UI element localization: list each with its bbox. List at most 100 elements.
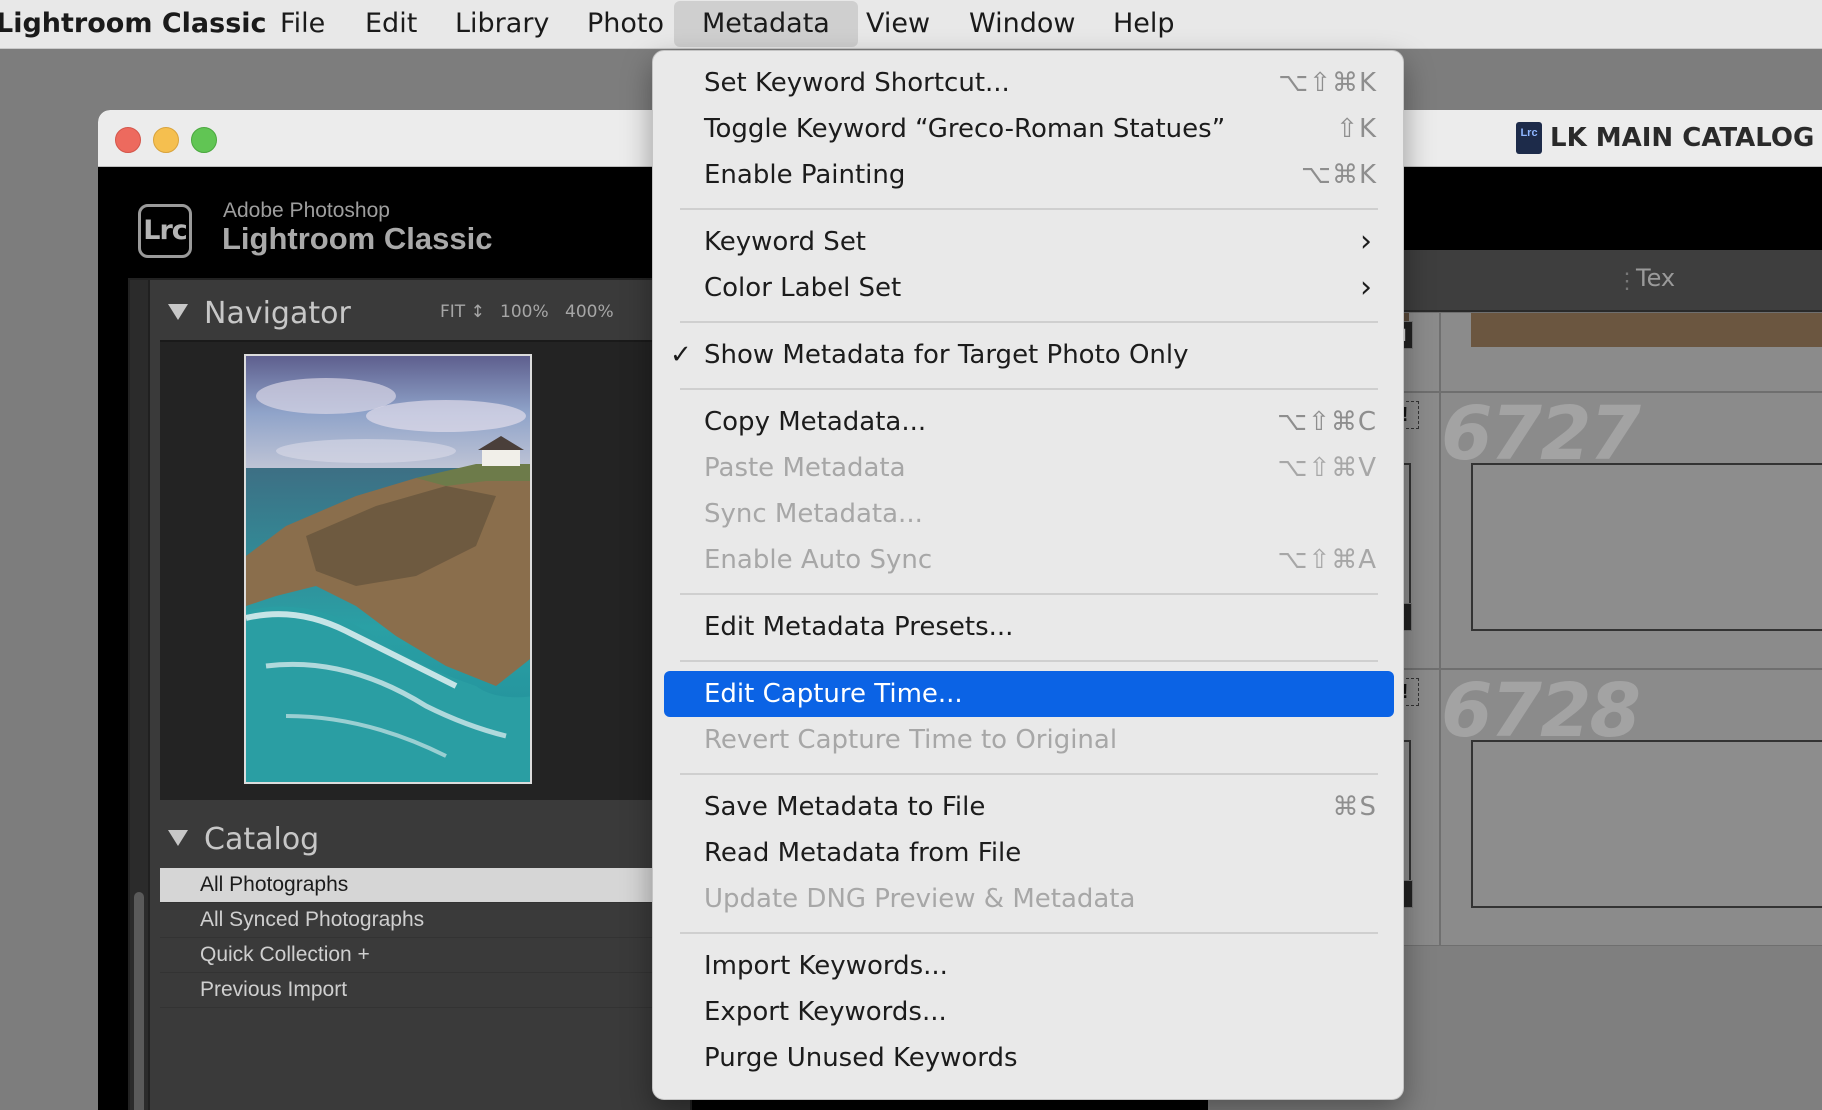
navigator-fit-option[interactable]: FIT ↕ — [440, 302, 485, 322]
menu-file[interactable]: File — [280, 0, 325, 48]
menu-item-import-keywords[interactable]: Import Keywords... — [664, 943, 1394, 989]
menu-item-shortcut: ⌥⇧⌘C — [1277, 407, 1377, 437]
menu-item-edit-metadata-presets[interactable]: Edit Metadata Presets... — [664, 604, 1394, 650]
metadata-dropdown-menu: Set Keyword Shortcut... ⌥⇧⌘K Toggle Keyw… — [652, 50, 1404, 1100]
menu-item-label: Enable Painting — [704, 160, 906, 190]
grid-thumbnail[interactable] — [1471, 313, 1822, 347]
menu-item-shortcut: ⌥⌘K — [1300, 160, 1377, 190]
menu-item-shortcut: ⌥⇧⌘V — [1277, 453, 1377, 483]
menu-item-copy-metadata[interactable]: Copy Metadata... ⌥⇧⌘C — [664, 399, 1394, 445]
window-title: LK MAIN CATALOG v1 — [1550, 123, 1822, 153]
menu-separator — [680, 388, 1378, 390]
menu-separator — [680, 208, 1378, 210]
menu-item-label: Set Keyword Shortcut... — [704, 68, 1010, 98]
panel-scrollbar[interactable] — [134, 892, 144, 1110]
menu-item-edit-capture-time[interactable]: Edit Capture Time... — [664, 671, 1394, 717]
grid-cell[interactable] — [1440, 312, 1822, 392]
navigator-preview-image[interactable] — [244, 354, 532, 784]
grid-thumbnail[interactable] — [1471, 740, 1822, 908]
panel-scroll-strip — [130, 280, 150, 1110]
grid-thumbnail[interactable] — [1471, 463, 1822, 631]
menubar-app-name[interactable]: Lightroom Classic — [0, 0, 267, 48]
menu-help[interactable]: Help — [1113, 0, 1175, 48]
catalog-row-label: All Synced Photographs — [200, 908, 425, 931]
menu-library[interactable]: Library — [455, 0, 549, 48]
close-window-button[interactable] — [115, 127, 141, 153]
menu-item-color-label-set[interactable]: Color Label Set › — [664, 265, 1394, 311]
menu-item-label: Show Metadata for Target Photo Only — [704, 340, 1189, 370]
lrc-logo-icon: Lrc — [138, 204, 192, 258]
menu-item-save-metadata[interactable]: Save Metadata to File ⌘S — [664, 784, 1394, 830]
menu-item-label: Edit Capture Time... — [704, 679, 963, 709]
menu-item-label: Read Metadata from File — [704, 838, 1022, 868]
menu-item-label: Save Metadata to File — [704, 792, 986, 822]
menu-item-toggle-keyword[interactable]: Toggle Keyword “Greco-Roman Statues” ⇧K — [664, 106, 1394, 152]
collapse-triangle-icon[interactable] — [168, 303, 188, 320]
menu-separator — [680, 773, 1378, 775]
catalog-row-quick-collection[interactable]: Quick Collection + — [160, 938, 700, 973]
identity-plate-line1: Adobe Photoshop — [223, 199, 390, 222]
checkmark-icon: ✓ — [670, 340, 692, 370]
menu-item-label: Revert Capture Time to Original — [704, 725, 1118, 755]
menu-item-paste-metadata[interactable]: Paste Metadata ⌥⇧⌘V — [664, 445, 1394, 491]
menu-item-label: Enable Auto Sync — [704, 545, 933, 575]
catalog-row-label: Quick Collection + — [200, 943, 370, 966]
menu-item-enable-auto-sync[interactable]: Enable Auto Sync ⌥⇧⌘A — [664, 537, 1394, 583]
catalog-file-icon: Lrc — [1516, 122, 1542, 154]
text-filter-tab[interactable]: Tex — [1636, 264, 1675, 292]
menu-item-label: Sync Metadata... — [704, 499, 923, 529]
grid-cell[interactable]: 6728 — [1440, 668, 1822, 946]
menu-item-label: Edit Metadata Presets... — [704, 612, 1014, 642]
left-panel: Navigator FIT ↕ 100% 400% Catalog All Ph… — [128, 278, 700, 1110]
menu-item-keyword-set[interactable]: Keyword Set › — [664, 219, 1394, 265]
menu-window[interactable]: Window — [969, 0, 1075, 48]
menu-separator — [680, 660, 1378, 662]
menu-edit[interactable]: Edit — [365, 0, 417, 48]
zoom-window-button[interactable] — [191, 127, 217, 153]
menu-item-revert-capture-time[interactable]: Revert Capture Time to Original — [664, 717, 1394, 763]
menu-item-read-metadata[interactable]: Read Metadata from File — [664, 830, 1394, 876]
navigator-100-option[interactable]: 100% — [500, 302, 549, 322]
menu-item-update-dng-preview[interactable]: Update DNG Preview & Metadata — [664, 876, 1394, 922]
collapse-triangle-icon[interactable] — [168, 829, 188, 846]
menu-item-shortcut: ⌥⇧⌘A — [1277, 545, 1377, 575]
menubar: Lightroom Classic File Edit Library Phot… — [0, 0, 1822, 49]
catalog-title: Catalog — [204, 822, 320, 857]
submenu-chevron-icon: › — [1360, 224, 1372, 259]
menu-item-set-keyword-shortcut[interactable]: Set Keyword Shortcut... ⌥⇧⌘K — [664, 60, 1394, 106]
filter-divider: ⋮ — [1616, 268, 1638, 293]
menu-metadata[interactable]: Metadata — [674, 1, 858, 47]
menu-item-label: Export Keywords... — [704, 997, 947, 1027]
menu-item-shortcut: ⇧K — [1336, 114, 1377, 144]
navigator-preview-area — [160, 340, 700, 800]
catalog-row-previous-import[interactable]: Previous Import — [160, 973, 700, 1008]
navigator-header[interactable]: Navigator — [168, 294, 351, 334]
catalog-header[interactable]: Catalog — [168, 820, 319, 860]
menu-view[interactable]: View — [866, 0, 930, 48]
menu-item-enable-painting[interactable]: Enable Painting ⌥⌘K — [664, 152, 1394, 198]
menu-item-label: Import Keywords... — [704, 951, 948, 981]
menu-item-label: Keyword Set — [704, 227, 867, 257]
minimize-window-button[interactable] — [153, 127, 179, 153]
menu-item-shortcut: ⌥⇧⌘K — [1278, 68, 1377, 98]
menu-item-label: Copy Metadata... — [704, 407, 927, 437]
menu-item-label: Paste Metadata — [704, 453, 906, 483]
menu-item-purge-unused-keywords[interactable]: Purge Unused Keywords — [664, 1035, 1394, 1081]
grid-cell[interactable]: 6727 — [1440, 391, 1822, 669]
menu-item-label: Color Label Set — [704, 273, 902, 303]
catalog-list: All Photographs 868 All Synced Photograp… — [160, 868, 700, 1008]
catalog-row-all-synced[interactable]: All Synced Photographs 3 — [160, 903, 700, 938]
menu-item-export-keywords[interactable]: Export Keywords... — [664, 989, 1394, 1035]
menu-item-label: Toggle Keyword “Greco-Roman Statues” — [704, 114, 1226, 144]
catalog-row-label: All Photographs — [200, 873, 349, 896]
menu-item-shortcut: ⌘S — [1332, 792, 1377, 822]
menu-separator — [680, 593, 1378, 595]
menu-separator — [680, 932, 1378, 934]
catalog-row-label: Previous Import — [200, 978, 348, 1001]
menu-photo[interactable]: Photo — [587, 0, 664, 48]
catalog-row-all-photographs[interactable]: All Photographs 868 — [160, 868, 700, 903]
navigator-400-option[interactable]: 400% — [565, 302, 614, 322]
menu-item-label: Update DNG Preview & Metadata — [704, 884, 1136, 914]
menu-item-sync-metadata[interactable]: Sync Metadata... — [664, 491, 1394, 537]
menu-item-show-metadata-target[interactable]: ✓ Show Metadata for Target Photo Only — [664, 332, 1394, 378]
